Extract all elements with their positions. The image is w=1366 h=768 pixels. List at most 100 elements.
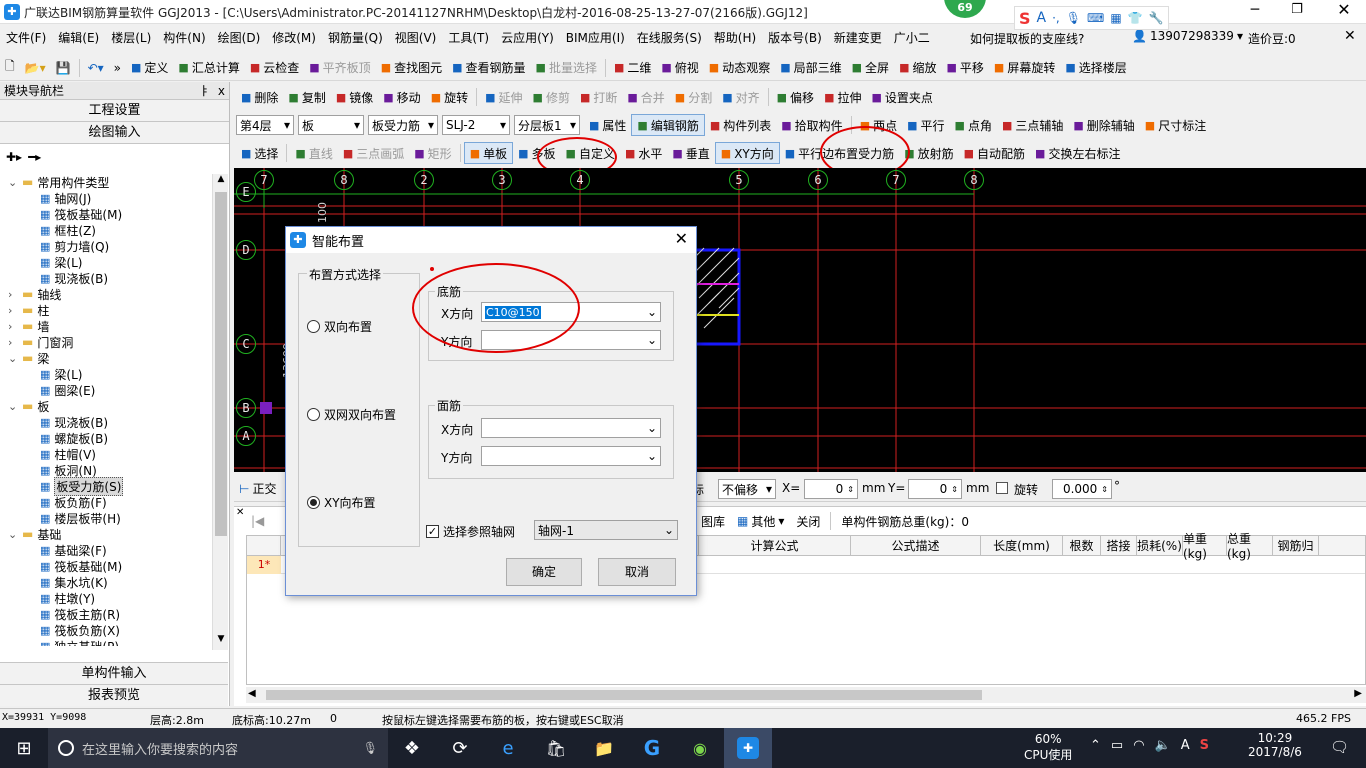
tb2-button-13[interactable]: ■ 设置夹点 [866, 86, 937, 108]
collapse-icon[interactable]: ⌄ [8, 400, 22, 413]
tb2-button-0[interactable]: ■ 删除 [236, 86, 283, 108]
nav-section-report-preview[interactable]: 报表预览 [0, 684, 228, 706]
tb1-button-1[interactable]: ■ 汇总计算 [173, 57, 244, 79]
tb4-button-9[interactable]: ■ XY方向 [714, 142, 780, 164]
tree-item[interactable]: ▦ 剪力墙(Q) [0, 238, 212, 254]
tb3-button-3[interactable]: ■ 拾取构件 [776, 114, 847, 136]
tb4-button-12[interactable]: ■ 自动配筋 [959, 142, 1030, 164]
radio-double-net[interactable]: 双网双向布置 [307, 406, 396, 423]
tb2-button-2[interactable]: ■ 镜像 [331, 86, 378, 108]
expand-icon[interactable]: › [8, 320, 22, 333]
clock[interactable]: 10:29 2017/8/6 [1248, 731, 1302, 759]
tree-folder[interactable]: ⌄ ▬ 基础 [0, 526, 212, 542]
y-coord-input[interactable]: 0 ⇕ [908, 479, 962, 499]
green-app-icon[interactable]: ◉ [676, 728, 724, 768]
tree-item[interactable]: ▦ 柱帽(V) [0, 446, 212, 462]
menu-item-2[interactable]: 楼层(L) [105, 29, 157, 46]
expand-icon[interactable]: › [8, 288, 22, 301]
type-select[interactable]: 板受力筋 ▾ [368, 115, 438, 135]
top-y-select[interactable]: ⌄ [481, 446, 661, 466]
menu-item-0[interactable]: 文件(F) [0, 29, 52, 46]
tb4-button-3[interactable]: ■ 矩形 [409, 142, 456, 164]
tb4-button-4[interactable]: ■ 单板 [463, 142, 514, 164]
grid-scroll-thumb[interactable] [266, 690, 982, 700]
column-header[interactable]: 单重(kg) [1183, 532, 1227, 561]
tree-folder[interactable]: › ▬ 门窗洞 [0, 334, 212, 350]
tree-item[interactable]: ▦ 柱墩(Y) [0, 590, 212, 606]
rotate-checkbox[interactable] [996, 482, 1008, 494]
keyboard-icon[interactable]: ⌨ [1087, 11, 1104, 25]
tree-folder[interactable]: ⌄ ▬ 板 [0, 398, 212, 414]
grid-h-scrollbar[interactable]: ◀ ▶ [246, 687, 1366, 703]
undo-button[interactable]: ↶▾ [83, 57, 109, 79]
tb1-button-0[interactable]: ■ 定义 [126, 57, 173, 79]
tb1-button-15[interactable]: ■ 选择楼层 [1060, 57, 1131, 79]
tree-item[interactable]: ▦ 板受力筋(S) [0, 476, 212, 496]
tree-scroll-thumb[interactable] [215, 192, 227, 536]
grid-library-button[interactable]: 图库 [696, 510, 730, 532]
reference-axis-checkbox[interactable]: ✓ 选择参照轴网 [426, 523, 515, 540]
tb2-button-12[interactable]: ■ 拉伸 [819, 86, 866, 108]
tree-item[interactable]: ▦ 圈梁(E) [0, 382, 212, 398]
rotate-angle-input[interactable]: 0.000 ⇕ [1052, 479, 1112, 499]
help-question[interactable]: 如何提取板的支座线? [970, 30, 1084, 47]
column-header[interactable]: 钢筋归 [1273, 536, 1319, 555]
tb1-button-10[interactable]: ■ 局部三维 [775, 57, 846, 79]
tree-item[interactable]: ▦ 板负筋(F) [0, 494, 212, 510]
nav-section-project-settings[interactable]: 工程设置 [0, 100, 229, 122]
tb4-button-13[interactable]: ■ 交换左右标注 [1030, 142, 1125, 164]
nav-section-drawing-input[interactable]: 绘图输入 [0, 122, 229, 144]
restore-button[interactable]: ❐ [1282, 2, 1312, 17]
ok-button[interactable]: 确定 [506, 558, 582, 586]
tb2-button-4[interactable]: ■ 旋转 [426, 86, 473, 108]
minimize-button[interactable]: ─ [1240, 2, 1270, 18]
menu-item-3[interactable]: 构件(N) [157, 29, 211, 46]
punct-icon[interactable]: ·, [1052, 11, 1060, 25]
menu-item-4[interactable]: 绘图(D) [212, 29, 267, 46]
task-view-icon[interactable]: ❖ [388, 728, 436, 768]
tb3-button-5[interactable]: ■ 平行 [902, 114, 949, 136]
shirt-icon[interactable]: 👕 [1128, 11, 1143, 25]
collapse-icon[interactable]: ⌄ [8, 528, 22, 541]
menu-item-11[interactable]: 在线服务(S) [631, 29, 708, 46]
sogou-icon[interactable]: S [1019, 9, 1031, 28]
menu-item-1[interactable]: 编辑(E) [52, 29, 105, 46]
tb3-button-9[interactable]: ■ 尺寸标注 [1140, 114, 1211, 136]
tb3-button-2[interactable]: ■ 构件列表 [705, 114, 776, 136]
tb1-button-11[interactable]: ■ 全屏 [847, 57, 894, 79]
tree-item[interactable]: ▦ 楼层板带(H) [0, 510, 212, 526]
tree-item[interactable]: ▦ 基础梁(F) [0, 542, 212, 558]
edge-browser-icon[interactable]: e [484, 728, 532, 768]
tb2-button-5[interactable]: ■ 延伸 [480, 86, 527, 108]
tree-item[interactable]: ▦ 现浇板(B) [0, 270, 212, 286]
network-icon[interactable]: ◠ [1133, 738, 1144, 753]
tb1-button-6[interactable]: ■ 批量选择 [531, 57, 602, 79]
tree-folder[interactable]: ⌄ ▬ 常用构件类型 [0, 174, 212, 190]
grid-nav-first[interactable]: |◀ [246, 510, 269, 532]
radio-xy[interactable]: XY向布置 [307, 494, 376, 511]
menu-item-12[interactable]: 帮助(H) [708, 29, 762, 46]
expand-icon[interactable]: › [8, 304, 22, 317]
expand-all-icon[interactable]: ✚▸ [6, 150, 22, 164]
collapse-all-icon[interactable]: ━▸ [28, 150, 41, 164]
browser-360-icon[interactable]: ⟳ [436, 728, 484, 768]
grid-icon[interactable]: ▦ [1110, 11, 1121, 25]
start-button[interactable]: ⊞ [0, 728, 48, 768]
menu-item-13[interactable]: 版本号(B) [762, 29, 828, 46]
tree-item[interactable]: ▦ 筏板基础(M) [0, 558, 212, 574]
top-x-select[interactable]: ⌄ [481, 418, 661, 438]
tb2-button-7[interactable]: ■ 打断 [575, 86, 622, 108]
tree-item[interactable]: ▦ 梁(L) [0, 254, 212, 270]
pin-icon[interactable]: ㅑ [199, 82, 210, 99]
tb1-button-5[interactable]: ■ 查看钢筋量 [447, 57, 530, 79]
column-header[interactable]: 计算公式 [699, 536, 851, 555]
tb3-button-8[interactable]: ■ 删除辅轴 [1068, 114, 1139, 136]
ortho-button[interactable]: ⊢ 正交 [234, 478, 281, 500]
tb3-button-7[interactable]: ■ 三点辅轴 [997, 114, 1068, 136]
more-chevron-icon[interactable]: » [109, 57, 126, 79]
tb1-button-12[interactable]: ■ 缩放 [894, 57, 941, 79]
radio-bidirectional[interactable]: 双向布置 [307, 318, 372, 335]
open-file-button[interactable]: 📂▾ [20, 57, 51, 79]
ggj-app-icon[interactable]: ✚ [724, 728, 772, 768]
close-window-button[interactable]: ✕ [1326, 0, 1362, 19]
